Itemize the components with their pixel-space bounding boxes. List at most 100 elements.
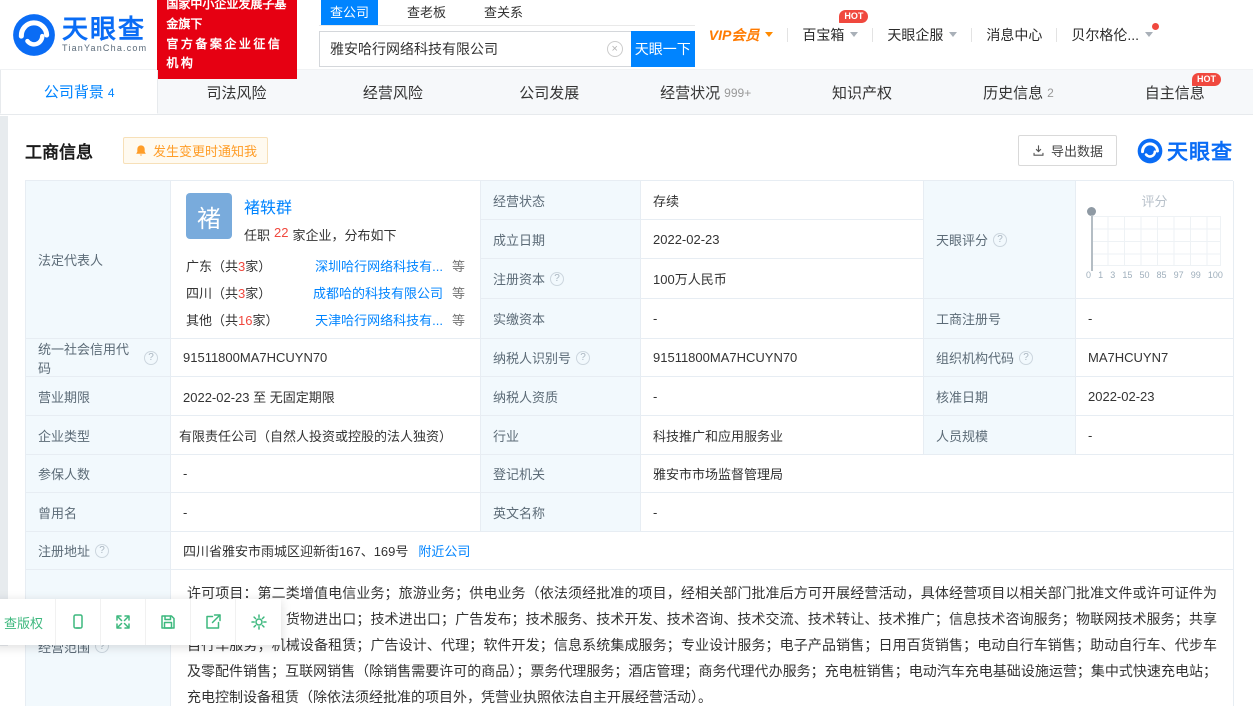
score-axis-ticks: 0131550859799100 <box>1086 270 1223 280</box>
tab-self-info[interactable]: 自主信息 HOT <box>1097 70 1253 114</box>
legal-rep-name-link[interactable]: 褚轶群 <box>244 194 292 218</box>
message-center-link[interactable]: 消息中心 <box>972 25 1056 45</box>
user-name: 贝尔格伦... <box>1071 25 1139 45</box>
tab-company-development[interactable]: 公司发展 <box>471 70 627 114</box>
rep-distribution: 广东（共3家） 深圳哈行网络科技有...等 四川（共3家） 成都哈的科技有限公司… <box>186 253 465 334</box>
search-area: 查公司 查老板 查关系 × 天眼一下 <box>319 2 695 67</box>
score-chart-title: 评分 <box>1086 191 1223 210</box>
field-org-code-label: 组织机构代码 <box>924 339 1076 377</box>
field-insured-count-label: 参保人数 <box>26 455 171 493</box>
rep-tenure: 任职 22 家企业，分布如下 <box>244 225 397 244</box>
tab-label: 经营风险 <box>363 82 423 103</box>
gov-badge-line2: 官方备案企业征信机构 <box>166 35 288 75</box>
search-button[interactable]: 天眼一下 <box>631 31 695 67</box>
page-edge-strip <box>0 116 8 646</box>
company-link[interactable]: 天津哈行网络科技有... <box>315 313 443 328</box>
tab-judicial-risk[interactable]: 司法风险 <box>158 70 314 114</box>
field-former-name-label: 曾用名 <box>26 493 171 532</box>
field-address-label: 注册地址 <box>26 532 171 570</box>
field-company-type-value: 有限责任公司（自然人投资或控股的法人独资） <box>171 416 481 455</box>
field-score-label: 天眼评分 <box>924 181 1076 299</box>
search-tab-relation[interactable]: 查关系 <box>475 0 532 25</box>
tab-operating-risk[interactable]: 经营风险 <box>315 70 471 114</box>
settings-icon[interactable] <box>236 599 281 645</box>
help-icon[interactable] <box>95 544 109 558</box>
field-reg-number-value: - <box>1076 299 1234 339</box>
notify-change-label: 发生变更时通知我 <box>153 141 257 160</box>
field-reg-number-label: 工商注册号 <box>924 299 1076 339</box>
field-legal-rep-label: 法定代表人 <box>26 181 171 339</box>
field-taxpayer-id-value: 91511800MA7HCUYN70 <box>641 339 924 377</box>
company-link[interactable]: 深圳哈行网络科技有... <box>315 259 443 274</box>
distribution-row: 其他（共16家） 天津哈行网络科技有...等 <box>186 307 465 334</box>
help-icon[interactable] <box>993 233 1007 247</box>
help-icon[interactable] <box>144 351 158 365</box>
help-icon[interactable] <box>1019 351 1033 365</box>
search-input[interactable] <box>330 41 607 57</box>
help-icon[interactable] <box>550 272 564 286</box>
field-org-code-value: MA7HCUYN7 <box>1076 339 1234 377</box>
tab-count: 2 <box>1047 86 1054 100</box>
field-status-label: 经营状态 <box>481 181 641 220</box>
field-credit-code-label: 统一社会信用代码 <box>26 339 171 377</box>
enterprise-service-menu[interactable]: 天眼企服 <box>873 25 971 45</box>
gov-badge-line1: 国家中小企业发展子基金旗下 <box>166 0 288 35</box>
caret-down-icon <box>1145 32 1153 41</box>
field-paid-capital-label: 实缴资本 <box>481 299 641 339</box>
tab-label: 经营状况 <box>660 82 720 103</box>
avatar[interactable]: 褚 <box>186 193 232 239</box>
export-data-label: 导出数据 <box>1051 141 1103 160</box>
user-menu[interactable]: 贝尔格伦... <box>1057 25 1167 45</box>
header-nav: VIP会员 HOT 百宝箱 天眼企服 消息中心 贝尔格伦... <box>695 25 1253 45</box>
notification-dot <box>1152 23 1159 30</box>
vip-menu[interactable]: VIP会员 <box>695 25 788 45</box>
expand-icon[interactable] <box>101 599 146 645</box>
nearby-companies-link[interactable]: 附近公司 <box>418 541 470 560</box>
clear-icon[interactable]: × <box>607 41 623 57</box>
field-business-term-value: 2022-02-23 至 无固定期限 <box>171 377 481 416</box>
field-approval-date-label: 核准日期 <box>924 377 1076 416</box>
tab-operating-status[interactable]: 经营状况 999+ <box>628 70 784 114</box>
tab-label: 司法风险 <box>207 82 267 103</box>
field-business-term-label: 营业期限 <box>26 377 171 416</box>
score-chart: 评分 0131550859799100 <box>1076 181 1234 299</box>
toolbox-menu[interactable]: HOT 百宝箱 <box>788 25 872 45</box>
tianyancha-watermark: 天眼查 <box>1137 136 1233 166</box>
help-icon[interactable] <box>576 351 590 365</box>
enterprise-service-label: 天眼企服 <box>887 25 943 45</box>
field-address-value: 四川省雅安市雨城区迎新街167、169号 附近公司 <box>171 532 1234 570</box>
field-industry-label: 行业 <box>481 416 641 455</box>
tab-count: 4 <box>108 86 115 100</box>
hot-badge: HOT <box>839 10 868 24</box>
field-credit-code-value: 91511800MA7HCUYN70 <box>171 339 481 377</box>
share-icon[interactable] <box>191 599 236 645</box>
field-label-text: 法定代表人 <box>38 250 103 269</box>
vip-label: VIP会员 <box>709 25 760 45</box>
company-link[interactable]: 成都哈的科技有限公司 <box>313 286 443 301</box>
device-icon[interactable] <box>56 599 101 645</box>
caret-down-icon <box>765 32 773 41</box>
field-company-type-label: 企业类型 <box>26 416 171 455</box>
side-toolbar: 查版权 <box>0 599 281 645</box>
tab-intellectual-property[interactable]: 知识产权 <box>784 70 940 114</box>
business-info-header: 工商信息 发生变更时通知我 导出数据 天眼查 <box>0 115 1253 178</box>
tab-label: 公司背景 <box>44 81 104 102</box>
export-data-button[interactable]: 导出数据 <box>1018 135 1117 166</box>
toolbox-label: 百宝箱 <box>802 25 844 45</box>
tianyancha-logo-icon <box>1137 138 1163 164</box>
field-registry-value: 雅安市市场监督管理局 <box>641 455 1234 493</box>
brand-domain: TianYanCha.com <box>62 43 147 53</box>
distribution-row: 广东（共3家） 深圳哈行网络科技有...等 <box>186 253 465 280</box>
field-established-label: 成立日期 <box>481 220 641 259</box>
tianyancha-logo[interactable]: 天眼查 TianYanCha.com <box>12 13 147 57</box>
save-icon[interactable] <box>146 599 191 645</box>
search-tab-boss[interactable]: 查老板 <box>398 0 455 25</box>
search-tab-company[interactable]: 查公司 <box>321 0 378 25</box>
tab-history-info[interactable]: 历史信息 2 <box>940 70 1096 114</box>
notify-change-button[interactable]: 发生变更时通知我 <box>123 137 268 164</box>
copyright-check-button[interactable]: 查版权 <box>0 599 56 645</box>
search-tabs: 查公司 查老板 查关系 <box>319 2 695 26</box>
hot-badge: HOT <box>1192 73 1221 86</box>
bell-icon <box>134 144 148 158</box>
tab-company-background[interactable]: 公司背景 4 <box>0 70 158 114</box>
